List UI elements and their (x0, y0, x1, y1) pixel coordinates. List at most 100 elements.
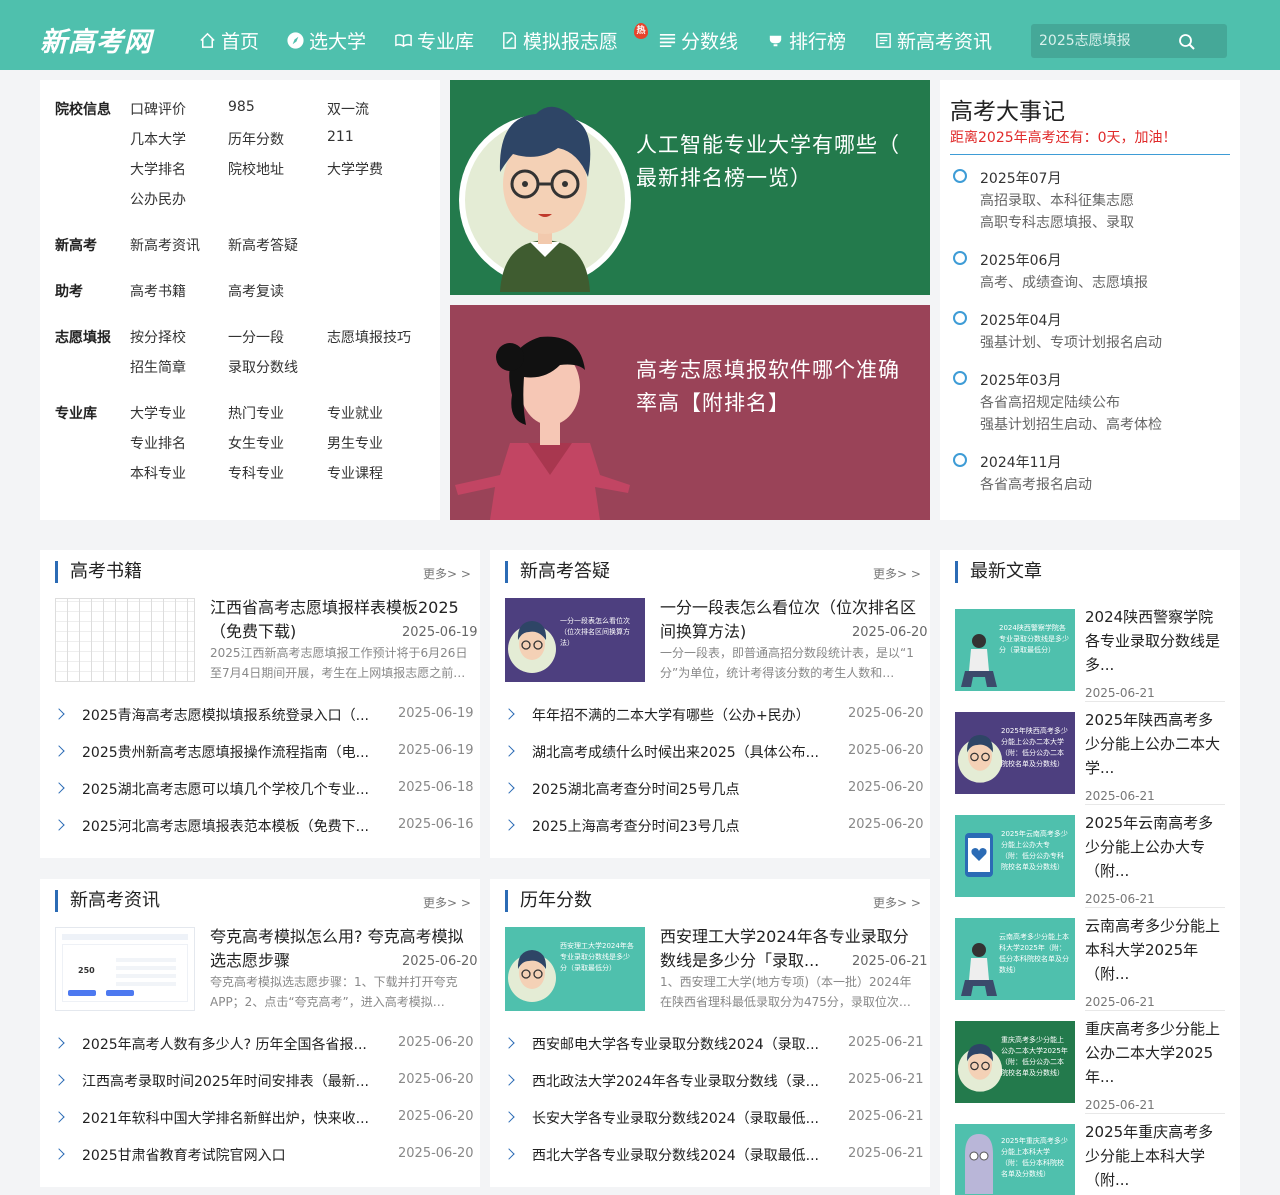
article-thumbnail[interactable]: 2025年陕西高考多少分能上公办二本大学（附：低分公办二本院校名单及分数线） (955, 712, 1075, 794)
cartoon-boy-thumb (957, 734, 1003, 783)
list-item[interactable]: 2021年软科中国大学排名新鲜出炉，快来收... (82, 1108, 369, 1128)
divider (1085, 804, 1225, 805)
category-link[interactable]: 高考书籍 (130, 281, 186, 301)
article-date: 2025-06-21 (1085, 892, 1155, 906)
category-link[interactable]: 专业排名 (130, 433, 186, 453)
list-item[interactable]: 2025年高考人数有多少人? 历年全国各省报... (82, 1034, 367, 1054)
category-link[interactable]: 专业就业 (327, 403, 383, 423)
nav-label: 首页 (221, 30, 260, 53)
article-date: 2025-06-21 (1085, 1098, 1155, 1112)
list-date: 2025-06-20 (848, 817, 924, 832)
article-title[interactable]: 云南高考多少分能上本科大学2025年（附... (1085, 914, 1220, 986)
list-item[interactable]: 西北大学各专业录取分数线2024（录取最低... (532, 1145, 819, 1165)
list-item[interactable]: 湖北高考成绩什么时候出来2025（具体公布... (532, 742, 819, 762)
article-thumbnail[interactable]: 2024陕西警察学院各专业录取分数线是多少分（录取最低分） (955, 609, 1075, 691)
category-link[interactable]: 本科专业 (130, 463, 186, 483)
category-link[interactable]: 专业课程 (327, 463, 383, 483)
list-item[interactable]: 2025湖北高考查分时间25号几点 (532, 779, 739, 799)
article-thumbnail[interactable]: 云南高考多少分能上本科大学2025年（附：低分本科院校名单及分数线） (955, 918, 1075, 1000)
banner-app-ranking[interactable]: 高考志愿填报软件哪个准确 率高【附排名】 (450, 305, 930, 520)
chevron-right-icon (503, 1148, 515, 1160)
category-link[interactable]: 专科专业 (228, 463, 284, 483)
home-icon (200, 32, 215, 48)
list-item[interactable]: 西安邮电大学各专业录取分数线2024（录取... (532, 1034, 819, 1054)
article-title[interactable]: 2025年云南高考多少分能上公办大专（附... (1085, 811, 1220, 883)
list-item[interactable]: 2025贵州新高考志愿填报操作流程指南（电... (82, 742, 369, 762)
category-link[interactable]: 志愿填报技巧 (327, 327, 411, 347)
nav-rankings[interactable]: 排行榜 (766, 26, 846, 54)
more-link[interactable]: 更多> > (873, 894, 921, 911)
feature-thumbnail[interactable] (55, 598, 195, 682)
feature-thumbnail[interactable]: 西安理工大学2024年各专业录取分数线是多少分（录取最低分） (505, 927, 645, 1011)
timeline-dot (953, 311, 967, 325)
article-thumbnail[interactable]: 2025年云南高考多少分能上公办大专（附：低分公办专科院校名单及分数线） (955, 815, 1075, 897)
chevron-right-icon (503, 1074, 515, 1086)
panel-title: 高考书籍 (55, 561, 142, 583)
category-link[interactable]: 大学学费 (327, 159, 383, 179)
more-link[interactable]: 更多> > (423, 894, 471, 911)
nav-home[interactable]: 首页 (198, 26, 259, 54)
list-item[interactable]: 江西高考录取时间2025年时间安排表（最新... (82, 1071, 369, 1091)
feature-thumbnail[interactable]: 250 (55, 927, 195, 1011)
nav-label: 排行榜 (789, 30, 847, 53)
search-icon[interactable] (1177, 32, 1197, 52)
category-link[interactable]: 新高考资讯 (130, 235, 200, 255)
chevron-right-icon (503, 819, 515, 831)
article-title[interactable]: 2025年重庆高考多少分能上本科大学（附... (1085, 1120, 1220, 1192)
category-link[interactable]: 历年分数 (228, 129, 284, 149)
list-item[interactable]: 2025上海高考查分时间23号几点 (532, 816, 739, 836)
nav-news[interactable]: 新高考资讯 (874, 26, 992, 54)
list-item[interactable]: 2025青海高考志愿模拟填报系统登录入口（... (82, 705, 369, 725)
feature-thumbnail[interactable]: 一分一段表怎么看位次（位次排名区间换算方法） (505, 598, 645, 682)
list-item[interactable]: 2025甘肃省教育考试院官网入口 (82, 1145, 286, 1165)
category-link[interactable]: 女生专业 (228, 433, 284, 453)
nav-mock-application[interactable]: 模拟报志愿 (500, 26, 618, 54)
article-thumbnail[interactable]: 重庆高考多少分能上公办二本大学2025年（附：低分公办二本院校名单及分数线） (955, 1021, 1075, 1103)
article-title[interactable]: 重庆高考多少分能上公办二本大学2025年... (1085, 1017, 1220, 1089)
nav-score-lines[interactable]: 分数线 (658, 26, 738, 54)
list-item[interactable]: 2025湖北高考志愿可以填几个学校几个专业... (82, 779, 369, 799)
category-link[interactable]: 大学排名 (130, 159, 186, 179)
article-title[interactable]: 2025年陕西高考多少分能上公办二本大学... (1085, 708, 1220, 780)
divider (1085, 701, 1225, 702)
list-item[interactable]: 年年招不满的二本大学有哪些（公办+民办） (532, 705, 810, 725)
category-link[interactable]: 公办民办 (130, 189, 186, 209)
category-link[interactable]: 211 (327, 129, 354, 145)
search-input[interactable] (1039, 30, 1179, 52)
category-link[interactable]: 双一流 (327, 99, 369, 119)
site-logo[interactable]: 新高考网 (40, 20, 152, 59)
category-link[interactable]: 院校地址 (228, 159, 284, 179)
thumb-button (68, 990, 96, 996)
category-link[interactable]: 高考复读 (228, 281, 284, 301)
category-link[interactable]: 口碑评价 (130, 99, 186, 119)
category-link[interactable]: 985 (228, 99, 255, 115)
divider (950, 154, 1230, 155)
category-link[interactable]: 新高考答疑 (228, 235, 298, 255)
article-date: 2025-06-21 (1085, 789, 1155, 803)
feature-date: 2025-06-21 (852, 954, 928, 969)
more-link[interactable]: 更多> > (873, 565, 921, 582)
list-item[interactable]: 2025河北高考志愿填报表范本模板（免费下... (82, 816, 369, 836)
category-link[interactable]: 招生简章 (130, 357, 186, 377)
edit-form-icon (503, 31, 516, 49)
article-thumbnail[interactable]: 2025年重庆高考多少分能上本科大学（附：低分本科院校名单及分数线） (955, 1124, 1075, 1195)
category-link[interactable]: 大学专业 (130, 403, 186, 423)
category-link[interactable]: 男生专业 (327, 433, 383, 453)
nav-major-library[interactable]: 专业库 (394, 26, 474, 54)
list-item[interactable]: 西北政法大学2024年各专业录取分数线（录... (532, 1071, 819, 1091)
nav-choose-university[interactable]: 选大学 (286, 26, 366, 54)
category-link[interactable]: 按分择校 (130, 327, 186, 347)
panel-books: 高考书籍 更多> > 江西省高考志愿填报样表模板2025（免费下载) 2025-… (40, 550, 480, 858)
category-link[interactable]: 热门专业 (228, 403, 284, 423)
more-link[interactable]: 更多> > (423, 565, 471, 582)
hot-badge: 热 (634, 23, 648, 39)
timeline-desc: 强基计划招生启动、高考体检 (980, 417, 1162, 433)
category-link[interactable]: 一分一段 (228, 327, 284, 347)
category-link[interactable]: 录取分数线 (228, 357, 298, 377)
banner-ai-majors[interactable]: 人工智能专业大学有哪些（ 最新排名榜一览） (450, 80, 930, 295)
chevron-right-icon (53, 745, 65, 757)
list-item[interactable]: 长安大学各专业录取分数线2024（录取最低... (532, 1108, 819, 1128)
category-link[interactable]: 几本大学 (130, 129, 186, 149)
article-title[interactable]: 2024陕西警察学院各专业录取分数线是多... (1085, 605, 1220, 677)
thumbnail-caption: 2024陕西警察学院各专业录取分数线是多少分（录取最低分） (999, 624, 1069, 654)
